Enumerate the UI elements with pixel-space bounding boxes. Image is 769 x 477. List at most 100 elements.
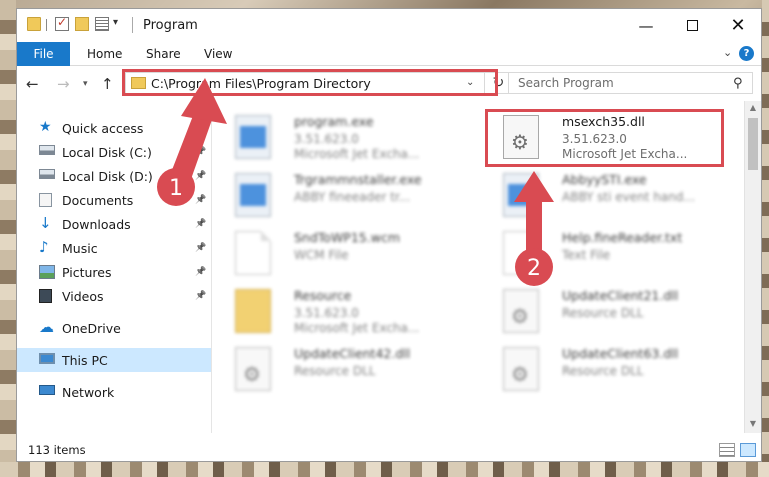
properties-icon[interactable] [95,17,109,31]
file-item[interactable]: AbbyySTI.exe ABBY sti event hand... [485,167,725,225]
window-title: Program [143,18,198,33]
pane-divider[interactable] [211,101,212,433]
file-version: 3.51.623.0 [294,306,359,320]
file-item[interactable]: ⚙ UpdateClient21.dll Resource DLL [485,283,725,341]
file-item[interactable]: Resource 3.51.623.0 Microsoft Jet Excha... [217,283,457,341]
ribbon-tabs: File Home Share View ⌄ ? [17,42,761,66]
folder-icon [235,289,271,333]
file-item[interactable]: Trgrammnstaller.exe ABBY fineeader tr... [217,167,457,225]
file-name: UpdateClient63.dll [562,346,679,361]
search-input[interactable]: Search Program ⚲ [508,72,753,94]
file-name: Resource [294,288,352,303]
file-item[interactable]: SndToWP15.wcm WCM File [217,225,457,283]
sidebar-item-label: This PC [62,352,108,368]
maximize-icon [686,20,698,31]
sidebar-item-downloads[interactable]: ↓ Downloads 📌 [17,212,211,236]
file-item[interactable]: ⚙ UpdateClient42.dll Resource DLL [217,341,457,399]
file-name: program.exe [294,114,374,129]
status-bar: 113 items [17,441,761,461]
file-name: Trgrammnstaller.exe [294,172,422,187]
background-bottom [0,462,769,477]
dll-icon: ⚙ [503,347,539,391]
gear-icon: ⚙ [243,362,261,386]
sidebar-item-this-pc[interactable]: This PC [17,348,211,372]
close-button[interactable]: ✕ [715,9,761,42]
tab-view[interactable]: View [204,42,232,66]
maximize-button[interactable] [669,9,715,42]
scroll-up-arrow-icon[interactable]: ▲ [745,103,761,112]
drive-icon [39,169,55,179]
pin-icon[interactable]: 📌 [195,147,206,157]
pin-icon[interactable]: 📌 [195,195,206,205]
tab-file[interactable]: File [17,42,70,66]
file-name: AbbyySTI.exe [562,172,647,187]
background-left [0,0,16,477]
sidebar-item-label: Pictures [62,264,112,280]
tab-home[interactable]: Home [87,42,122,66]
up-arrow-icon[interactable]: ↑ [101,75,114,93]
large-icons-view-icon[interactable] [740,443,756,457]
new-folder-icon[interactable] [75,17,89,31]
search-icon[interactable]: ⚲ [733,76,743,91]
folder-icon [27,17,41,31]
sidebar-item-network[interactable]: Network [17,380,211,404]
scroll-down-arrow-icon[interactable]: ▼ [745,419,761,428]
sidebar-item-label: Videos [62,288,104,304]
scrollbar-thumb[interactable] [748,118,758,170]
details-view-icon[interactable] [719,443,735,457]
recent-locations-chevron-icon[interactable]: ▾ [83,79,88,89]
pin-icon[interactable]: 📌 [195,243,206,253]
file-name: Help.fineReader.txt [562,230,683,245]
file-item[interactable]: ⚙ UpdateClient63.dll Resource DLL [485,341,725,399]
documents-icon [39,193,52,207]
file-version: WCM File [294,248,349,262]
file-version: ABBY fineeader tr... [294,190,411,204]
file-version: Text File [562,248,611,262]
navigation-pane: ★ Quick access Local Disk (C:) 📌 Local Disk … [17,101,211,433]
videos-icon [39,289,52,303]
minimize-button[interactable]: — [623,9,669,42]
file-item[interactable]: Help.fineReader.txt Text File [485,225,725,283]
sidebar-item-documents[interactable]: Documents 📌 [17,188,211,212]
forward-arrow-icon[interactable]: → [57,75,70,93]
download-icon: ↓ [39,214,52,232]
customize-toolbar-chevron-icon[interactable]: ▾ [113,17,118,28]
file-version: Resource DLL [562,306,644,320]
background-right [762,0,769,477]
vertical-scrollbar[interactable]: ▲ ▼ [744,101,761,433]
cloud-icon: ☁ [39,318,54,336]
sidebar-item-local-disk-d[interactable]: Local Disk (D:) 📌 [17,164,211,188]
file-item[interactable]: program.exe 3.51.623.0 Microsoft Jet Excha… [217,109,457,167]
file-description: Microsoft Jet Excha... [294,147,420,161]
sidebar-item-label: Local Disk (D:) [62,168,153,184]
tab-share[interactable]: Share [146,42,181,66]
back-arrow-icon[interactable]: ← [26,75,39,93]
pin-icon[interactable]: 📌 [195,219,206,229]
expand-ribbon-chevron-icon[interactable]: ⌄ [723,46,732,59]
sidebar-item-local-disk-c[interactable]: Local Disk (C:) 📌 [17,140,211,164]
divider [46,19,47,31]
exe-icon [235,115,271,159]
sidebar-item-onedrive[interactable]: ☁ OneDrive [17,316,211,340]
navigation-bar: ← → ▾ ↑ C:\Program Files\Program Directo… [17,67,761,100]
gear-icon: ⚙ [511,362,529,386]
sidebar-item-quick-access[interactable]: ★ Quick access [17,116,211,140]
sidebar-item-label: Network [62,384,115,400]
file-version: Resource DLL [562,364,644,378]
exe-icon [235,173,271,217]
sidebar-item-pictures[interactable]: Pictures 📌 [17,260,211,284]
pin-icon[interactable]: 📌 [195,291,206,301]
pin-icon[interactable]: 📌 [195,267,206,277]
drive-icon [39,145,55,155]
sidebar-item-label: Local Disk (C:) [62,144,152,160]
properties-check-icon[interactable] [55,15,69,31]
file-version: Resource DLL [294,364,376,378]
file-highlight-box [485,109,724,167]
gear-icon: ⚙ [511,304,529,328]
sidebar-item-music[interactable]: ♪ Music 📌 [17,236,211,260]
sidebar-item-videos[interactable]: Videos 📌 [17,284,211,308]
help-button[interactable]: ? [739,46,754,61]
dll-icon: ⚙ [235,347,271,391]
divider [132,17,133,33]
pin-icon[interactable]: 📌 [195,171,206,181]
